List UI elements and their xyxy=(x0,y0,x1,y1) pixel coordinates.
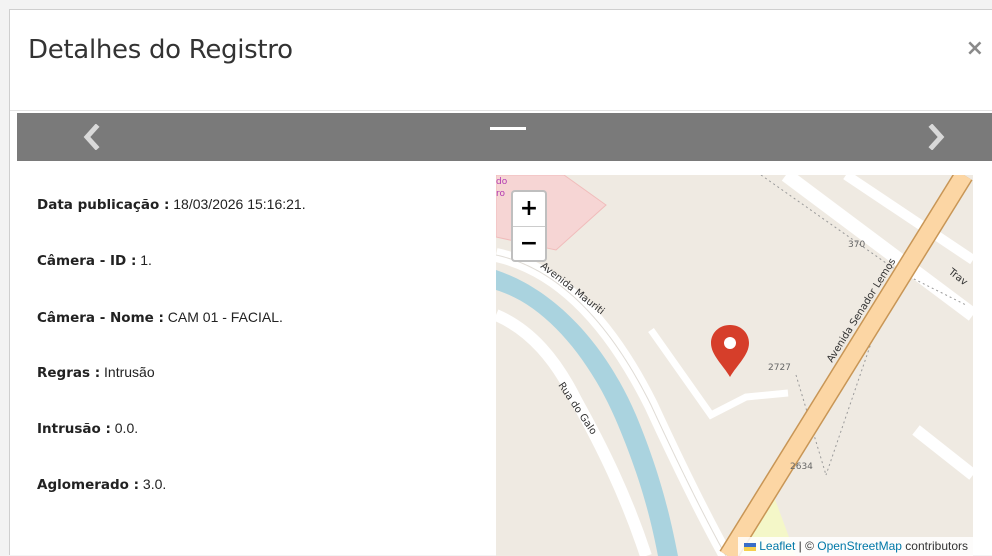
poi-label: do xyxy=(496,177,508,187)
detail-value: CAM 01 - FACIAL. xyxy=(163,309,283,325)
chevron-left-icon[interactable] xyxy=(81,123,103,151)
leaflet-link[interactable]: Leaflet xyxy=(759,539,795,553)
svg-text:ro: ro xyxy=(496,189,506,199)
location-map[interactable]: Avenida Mauriti Rua do Galo Avenida Sena… xyxy=(496,175,973,556)
detail-data-publicacao: Data publicação : 18/03/2026 15:16:21. xyxy=(37,196,306,213)
zoom-control: + − xyxy=(511,190,547,262)
house-number: 370 xyxy=(848,240,865,250)
active-slide-indicator[interactable] xyxy=(490,127,526,130)
zoom-out-button[interactable]: − xyxy=(513,227,545,260)
detail-aglomerado: Aglomerado : 3.0. xyxy=(37,476,166,493)
detail-value: 3.0. xyxy=(139,476,167,492)
detail-label: Aglomerado : xyxy=(37,477,140,493)
detail-label: Regras : xyxy=(37,365,101,381)
chevron-right-icon[interactable] xyxy=(925,123,947,151)
detail-label: Intrusão : xyxy=(37,421,111,437)
openstreetmap-link[interactable]: OpenStreetMap xyxy=(817,539,902,553)
svg-text:do: do xyxy=(496,177,508,187)
detail-label: Data publicação : xyxy=(37,197,170,213)
detail-value: 18/03/2026 15:16:21. xyxy=(169,196,306,212)
house-number: 2727 xyxy=(768,363,791,373)
modal-title: Detalhes do Registro xyxy=(28,35,293,65)
record-details-modal: Detalhes do Registro × Data publicação :… xyxy=(9,9,992,556)
svg-text:Trav: Trav xyxy=(945,266,969,288)
detail-intrusao: Intrusão : 0.0. xyxy=(37,420,138,437)
svg-text:2634: 2634 xyxy=(790,462,813,472)
detail-label: Câmera - Nome : xyxy=(37,310,164,326)
map-attribution: Leaflet | © OpenStreetMap contributors xyxy=(738,537,973,556)
map-tiles[interactable]: Avenida Mauriti Rua do Galo Avenida Sena… xyxy=(496,175,973,556)
detail-regras: Regras : Intrusão xyxy=(37,364,155,381)
detail-value: Intrusão xyxy=(100,364,155,380)
attribution-contributors: contributors xyxy=(901,539,968,553)
zoom-in-button[interactable]: + xyxy=(513,192,545,227)
house-number: 2634 xyxy=(790,462,813,472)
detail-camera-nome: Câmera - Nome : CAM 01 - FACIAL. xyxy=(37,309,283,326)
modal-header: Detalhes do Registro × xyxy=(10,10,992,111)
poi-label: ro xyxy=(496,189,506,199)
close-button[interactable]: × xyxy=(966,36,984,61)
detail-value: 1. xyxy=(136,252,152,268)
street-label-trav: Trav xyxy=(945,266,969,288)
attribution-separator: | © xyxy=(795,539,818,553)
detail-camera-id: Câmera - ID : 1. xyxy=(37,252,152,269)
detail-label: Câmera - ID : xyxy=(37,253,137,269)
detail-value: 0.0. xyxy=(110,420,139,436)
carousel-bar xyxy=(17,113,992,161)
svg-text:2727: 2727 xyxy=(768,363,791,373)
svg-text:370: 370 xyxy=(848,240,865,250)
map-marker-icon[interactable] xyxy=(711,325,749,377)
ukraine-flag-icon xyxy=(744,542,757,551)
